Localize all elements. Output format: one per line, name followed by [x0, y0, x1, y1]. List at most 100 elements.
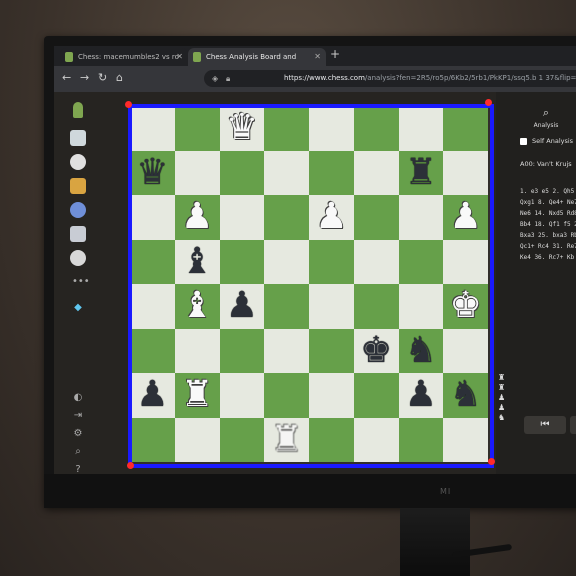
move-line[interactable]: Bb4 18. Qf1 f5 20. [520, 219, 576, 230]
board-square[interactable] [353, 417, 399, 462]
watch-icon[interactable] [70, 202, 86, 218]
white-pawn-piece[interactable]: ♟ [181, 199, 213, 235]
move-line[interactable]: Qc1+ Rc4 31. Re7 [520, 241, 576, 252]
theme-icon[interactable]: ◐ [72, 392, 84, 404]
settings-icon[interactable]: ⚙ [72, 428, 84, 440]
board-square[interactable]: ♟ [130, 373, 175, 418]
board-square[interactable] [264, 373, 309, 418]
board-square[interactable] [309, 373, 354, 418]
board-square[interactable]: ♞ [443, 373, 488, 418]
board-square[interactable] [398, 239, 444, 284]
tab-game[interactable]: Chess: macemumbles2 vs ro ✕ [60, 48, 188, 66]
board-square[interactable] [174, 150, 220, 195]
board-square[interactable] [219, 239, 265, 284]
board-square[interactable] [309, 239, 354, 284]
board-square[interactable] [219, 150, 265, 195]
board-square[interactable]: ♟ [219, 284, 265, 329]
new-tab-button[interactable]: + [330, 47, 340, 61]
board-square[interactable]: ♝ [174, 284, 220, 329]
chat-icon[interactable] [70, 250, 86, 266]
board-square[interactable]: ♜ [264, 417, 309, 462]
first-move-button[interactable]: ⏮ [524, 416, 566, 434]
board-square[interactable] [309, 106, 354, 151]
board-square[interactable] [353, 106, 399, 151]
black-pawn-piece[interactable]: ♟ [226, 288, 258, 324]
board-square[interactable]: ♟ [398, 373, 444, 418]
board-square[interactable] [353, 239, 399, 284]
black-knight-piece[interactable]: ♞ [405, 332, 437, 369]
home-icon[interactable]: ⌂ [116, 71, 123, 84]
board-square[interactable] [219, 373, 265, 418]
white-pawn-piece[interactable]: ♟ [315, 199, 347, 235]
board-square[interactable] [309, 417, 354, 462]
board-square[interactable]: ♜ [398, 150, 444, 195]
white-bishop-piece[interactable]: ♝ [181, 288, 213, 324]
board-square[interactable] [264, 150, 309, 195]
board-square[interactable] [398, 195, 444, 240]
board-square[interactable] [309, 284, 354, 329]
board-square[interactable]: ♟ [443, 195, 488, 240]
board-square[interactable]: ♛ [219, 106, 265, 151]
board-square[interactable] [130, 239, 175, 284]
forward-icon[interactable]: → [80, 71, 89, 84]
board-square[interactable] [219, 328, 265, 373]
board-square[interactable] [264, 195, 309, 240]
board-square[interactable] [130, 328, 175, 373]
black-queen-piece[interactable]: ♛ [136, 154, 168, 191]
more-icon[interactable]: ••• [72, 276, 90, 288]
news-icon[interactable] [70, 226, 86, 242]
next-move-button[interactable] [570, 416, 576, 434]
diamond-icon[interactable]: ◆ [72, 302, 84, 314]
play-icon[interactable] [70, 130, 86, 146]
white-pawn-piece[interactable]: ♟ [449, 199, 481, 235]
move-line[interactable]: 1. e3 e5 2. Qh5 Qf [520, 186, 576, 197]
chess-logo-icon[interactable] [73, 102, 83, 118]
tab-analysis[interactable]: Chess Analysis Board and ✕ [188, 48, 326, 66]
self-analysis-checkbox[interactable] [520, 138, 527, 145]
black-king-piece[interactable]: ♚ [360, 332, 392, 369]
black-pawn-piece[interactable]: ♟ [405, 377, 437, 413]
learn-icon[interactable] [70, 178, 86, 194]
board-square[interactable] [130, 106, 175, 151]
board-square[interactable] [443, 106, 488, 151]
close-icon[interactable]: ✕ [314, 48, 321, 66]
white-rook-piece[interactable]: ♜ [270, 421, 302, 458]
board-square[interactable] [398, 284, 444, 329]
board-square[interactable] [264, 284, 309, 329]
board-square[interactable] [264, 106, 309, 151]
board-square[interactable]: ♛ [130, 150, 175, 195]
close-icon[interactable]: ✕ [176, 48, 183, 66]
board-square[interactable] [130, 284, 175, 329]
board-square[interactable] [443, 328, 488, 373]
board-square[interactable] [309, 328, 354, 373]
board-square[interactable]: ♚ [443, 284, 488, 329]
black-knight-piece[interactable]: ♞ [449, 377, 481, 413]
board-square[interactable] [353, 195, 399, 240]
black-pawn-piece[interactable]: ♟ [136, 377, 168, 413]
back-icon[interactable]: ← [62, 71, 71, 84]
board-square[interactable]: ♞ [398, 328, 444, 373]
white-queen-piece[interactable]: ♛ [226, 110, 258, 146]
white-king-piece[interactable]: ♚ [449, 288, 481, 324]
board-square[interactable]: ♟ [174, 195, 220, 240]
board-square[interactable] [264, 239, 309, 284]
board-square[interactable] [398, 417, 444, 462]
board-square[interactable] [219, 417, 265, 462]
help-icon[interactable]: ? [72, 464, 84, 474]
analysis-tab[interactable]: ⌕ Analysis [516, 106, 576, 129]
board-square[interactable] [443, 417, 488, 462]
board-square[interactable]: ♚ [353, 328, 399, 373]
board-square[interactable]: ♝ [174, 239, 220, 284]
search-icon[interactable]: ⌕ [72, 446, 84, 458]
board-square[interactable] [174, 328, 220, 373]
board-square[interactable] [264, 328, 309, 373]
board-square[interactable]: ♜ [174, 373, 220, 418]
move-line[interactable]: Bxa3 25. bxa3 Rb [520, 230, 576, 241]
url-field[interactable]: ◈ 🔒︎ https://www.chess.com/analysis?fen=… [204, 70, 576, 87]
board-square[interactable] [353, 373, 399, 418]
board-square[interactable] [353, 284, 399, 329]
board-square[interactable] [174, 106, 220, 151]
board-square[interactable]: ♟ [309, 195, 354, 240]
black-rook-piece[interactable]: ♜ [405, 154, 437, 191]
black-bishop-piece[interactable]: ♝ [181, 243, 213, 280]
